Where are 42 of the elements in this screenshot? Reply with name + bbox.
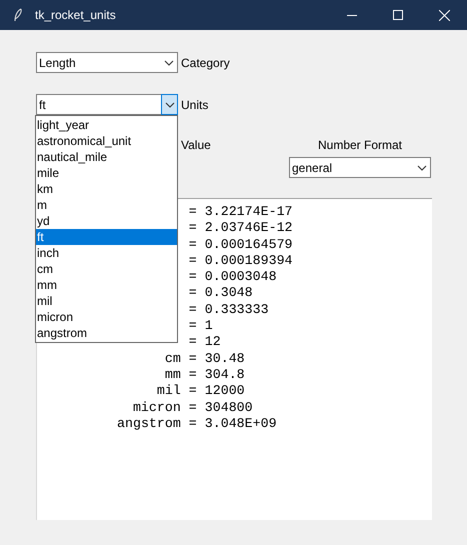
dropdown-option[interactable]: astronomical_unit [36, 133, 177, 149]
feather-icon [13, 8, 23, 22]
value-label: Value [181, 138, 212, 154]
close-icon [438, 10, 450, 20]
units-dropdown[interactable]: ft [36, 94, 178, 115]
dropdown-option[interactable]: mile [36, 165, 177, 181]
result-line: = 30.48 [188, 350, 245, 367]
chevron-icon [417, 164, 427, 170]
chevron-icon [164, 102, 174, 108]
result-line: = 12 [188, 334, 221, 351]
category-dropdown[interactable]: Length [36, 52, 178, 73]
maximize-icon [393, 10, 403, 20]
dropdown-option[interactable]: ft [36, 229, 177, 245]
dropdown-option[interactable]: light_year [36, 117, 177, 133]
window-title: tk_rocket_units [35, 8, 117, 22]
category-label: Category [181, 56, 230, 70]
result-line: = 0.333333 [188, 302, 269, 318]
dropdown-option[interactable]: m [36, 197, 177, 213]
number-format-label: Number Format [318, 138, 402, 152]
dropdown-option[interactable]: yd [36, 213, 177, 229]
result-line: = 304800 [188, 400, 253, 416]
dropdown-option[interactable]: nautical_mile [36, 149, 177, 165]
units-label: Units [181, 98, 208, 112]
result-line: = 3.22174E-17 [188, 204, 293, 220]
result-line: = 304.8 [188, 366, 245, 384]
dropdown-option[interactable]: angstrom [36, 325, 177, 341]
dropdown-option[interactable]: inch [36, 245, 177, 261]
dropdown-option[interactable]: mm [36, 277, 177, 293]
result-line: = 0.000164579 [188, 236, 293, 253]
number-format-dropdown[interactable]: general [289, 157, 431, 178]
result-line: = 2.03746E-12 [188, 220, 293, 237]
dropdown-option[interactable]: km [36, 181, 177, 197]
result-line: = 3.048E+09 [188, 416, 277, 432]
result-line: = 0.000189394 [188, 252, 293, 270]
dropdown-option[interactable]: mil [36, 293, 177, 309]
dropdown-option[interactable]: micron [36, 309, 177, 325]
chevron-icon [164, 60, 174, 66]
dropdown-option[interactable]: cm [36, 261, 177, 277]
result-line: = 1 [188, 318, 213, 334]
result-line: = 0.0003048 [188, 269, 277, 286]
result-line: = 0.3048 [188, 285, 253, 302]
result-line: = 12000 [188, 383, 245, 400]
